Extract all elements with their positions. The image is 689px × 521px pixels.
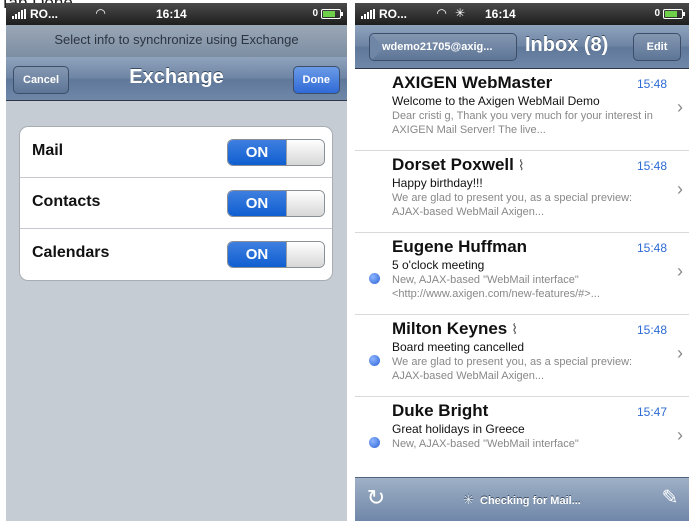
chevron-right-icon: ›: [677, 343, 683, 363]
message-subject: Great holidays in Greece: [392, 422, 525, 436]
setting-row-mail: Mail ON: [20, 127, 332, 178]
battery: 0: [312, 8, 343, 19]
message-row[interactable]: Milton Keynes ⌇ 15:48 Board meeting cance…: [355, 315, 689, 397]
unread-dot-icon: [369, 355, 380, 366]
inbox-screen: RO... ◠ ✳ 16:14 0 wdemo21705@axig... Inb…: [355, 3, 689, 521]
carrier: RO...: [12, 7, 58, 21]
toggle-knob: [286, 242, 324, 267]
paperclip-icon: ⌇: [517, 157, 525, 173]
mail-check-status: ✳ Checking for Mail...: [355, 492, 689, 508]
message-preview: We are glad to present you, as a special…: [392, 192, 633, 218]
message-preview: New, AJAX-based "WebMail interface": [392, 438, 579, 450]
edit-button[interactable]: Edit: [633, 33, 681, 61]
chevron-right-icon: ›: [677, 97, 683, 117]
status-time: 16:14: [156, 7, 187, 21]
chevron-right-icon: ›: [677, 261, 683, 281]
message-row[interactable]: Dorset Poxwell ⌇ 15:48 Happy birthday!!! …: [355, 151, 689, 233]
status-time: 16:14: [485, 7, 516, 21]
bottom-toolbar: ↻ ✳ Checking for Mail... ✎: [355, 477, 689, 521]
page-title: Inbox (8): [525, 34, 609, 56]
calendars-toggle[interactable]: ON: [227, 241, 325, 268]
toggle-knob: [286, 140, 324, 165]
unread-dot-icon: [369, 437, 380, 448]
toggle-state: ON: [228, 242, 286, 267]
message-subject: Happy birthday!!!: [392, 176, 483, 190]
spinner-icon: ✳: [463, 492, 475, 507]
unread-dot-icon: [369, 273, 380, 284]
paperclip-icon: ⌇: [511, 321, 519, 337]
toggle-state: ON: [228, 191, 286, 216]
wifi-icon: ◠: [437, 6, 447, 20]
signal-icon: [361, 9, 375, 19]
message-row[interactable]: AXIGEN WebMaster 15:48 Welcome to the Ax…: [355, 69, 689, 151]
battery-label: 0: [654, 8, 660, 19]
status-bar: RO... ◠ ✳ 16:14 0: [355, 3, 689, 25]
message-row[interactable]: Duke Bright 15:47 Great holidays in Gree…: [355, 397, 689, 479]
sender-name: Duke Bright: [392, 401, 489, 420]
battery: 0: [654, 8, 685, 19]
setting-label: Calendars: [32, 244, 110, 261]
toggle-state: ON: [228, 140, 286, 165]
message-time: 15:47: [636, 405, 667, 419]
message-preview: We are glad to present you, as a special…: [392, 356, 633, 382]
back-button-label: wdemo21705@axig...: [382, 41, 493, 53]
sender: AXIGEN WebMaster: [392, 73, 552, 93]
message-row[interactable]: Eugene Huffman 15:48 5 o'clock meeting N…: [355, 233, 689, 315]
sender-name: AXIGEN WebMaster: [392, 73, 553, 92]
setting-row-contacts: Contacts ON: [20, 178, 332, 229]
battery-icon: [321, 8, 343, 19]
message-time: 15:48: [636, 323, 667, 337]
account-back-button[interactable]: wdemo21705@axig...: [369, 33, 517, 61]
signal-icon: [12, 9, 26, 19]
navigation-bar: wdemo21705@axig... Inbox (8) Edit: [355, 25, 689, 69]
sender: Eugene Huffman: [392, 237, 527, 257]
chevron-right-icon: ›: [677, 425, 683, 445]
contacts-toggle[interactable]: ON: [227, 190, 325, 217]
exchange-settings-screen: RO... ◠ 16:14 0 Select info to synchroni…: [6, 3, 347, 521]
chevron-right-icon: ›: [677, 179, 683, 199]
sender-name: Dorset Poxwell: [392, 155, 514, 174]
message-preview: Dear cristi g, Thank you very much for y…: [392, 110, 653, 136]
message-subject: 5 o'clock meeting: [392, 258, 485, 272]
message-preview: New, AJAX-based "WebMail interface" <htt…: [392, 274, 600, 300]
message-time: 15:48: [636, 159, 667, 173]
setting-label: Contacts: [32, 193, 101, 210]
carrier-label: RO...: [379, 7, 408, 21]
activity-spinner-icon: ✳: [455, 6, 466, 20]
message-subject: Welcome to the Axigen WebMail Demo: [392, 94, 600, 108]
setting-row-calendars: Calendars ON: [20, 229, 332, 280]
carrier-label: RO...: [30, 7, 59, 21]
sender: Dorset Poxwell ⌇: [392, 155, 525, 175]
battery-icon: [663, 8, 685, 19]
status-bar: RO... ◠ 16:14 0: [6, 3, 347, 25]
sender: Duke Bright: [392, 401, 488, 421]
message-time: 15:48: [636, 77, 667, 91]
carrier: RO...: [361, 7, 407, 21]
sender-name: Eugene Huffman: [392, 237, 528, 256]
sync-prompt: Select info to synchronize using Exchang…: [6, 25, 347, 57]
sync-settings-group: Mail ON Contacts ON Calendars ON: [19, 126, 333, 281]
mail-toggle[interactable]: ON: [227, 139, 325, 166]
toggle-knob: [286, 191, 324, 216]
sender-name: Milton Keynes: [392, 319, 508, 338]
compose-icon[interactable]: ✎: [657, 485, 683, 511]
message-time: 15:48: [636, 241, 667, 255]
wifi-icon: ◠: [96, 6, 106, 20]
message-subject: Board meeting cancelled: [392, 340, 525, 354]
status-label: Checking for Mail...: [480, 495, 581, 507]
setting-label: Mail: [32, 142, 64, 159]
done-button[interactable]: Done: [292, 66, 340, 94]
sender: Milton Keynes ⌇: [392, 319, 518, 339]
navigation-bar: Cancel Exchange Done: [6, 57, 347, 101]
battery-label: 0: [312, 8, 318, 19]
